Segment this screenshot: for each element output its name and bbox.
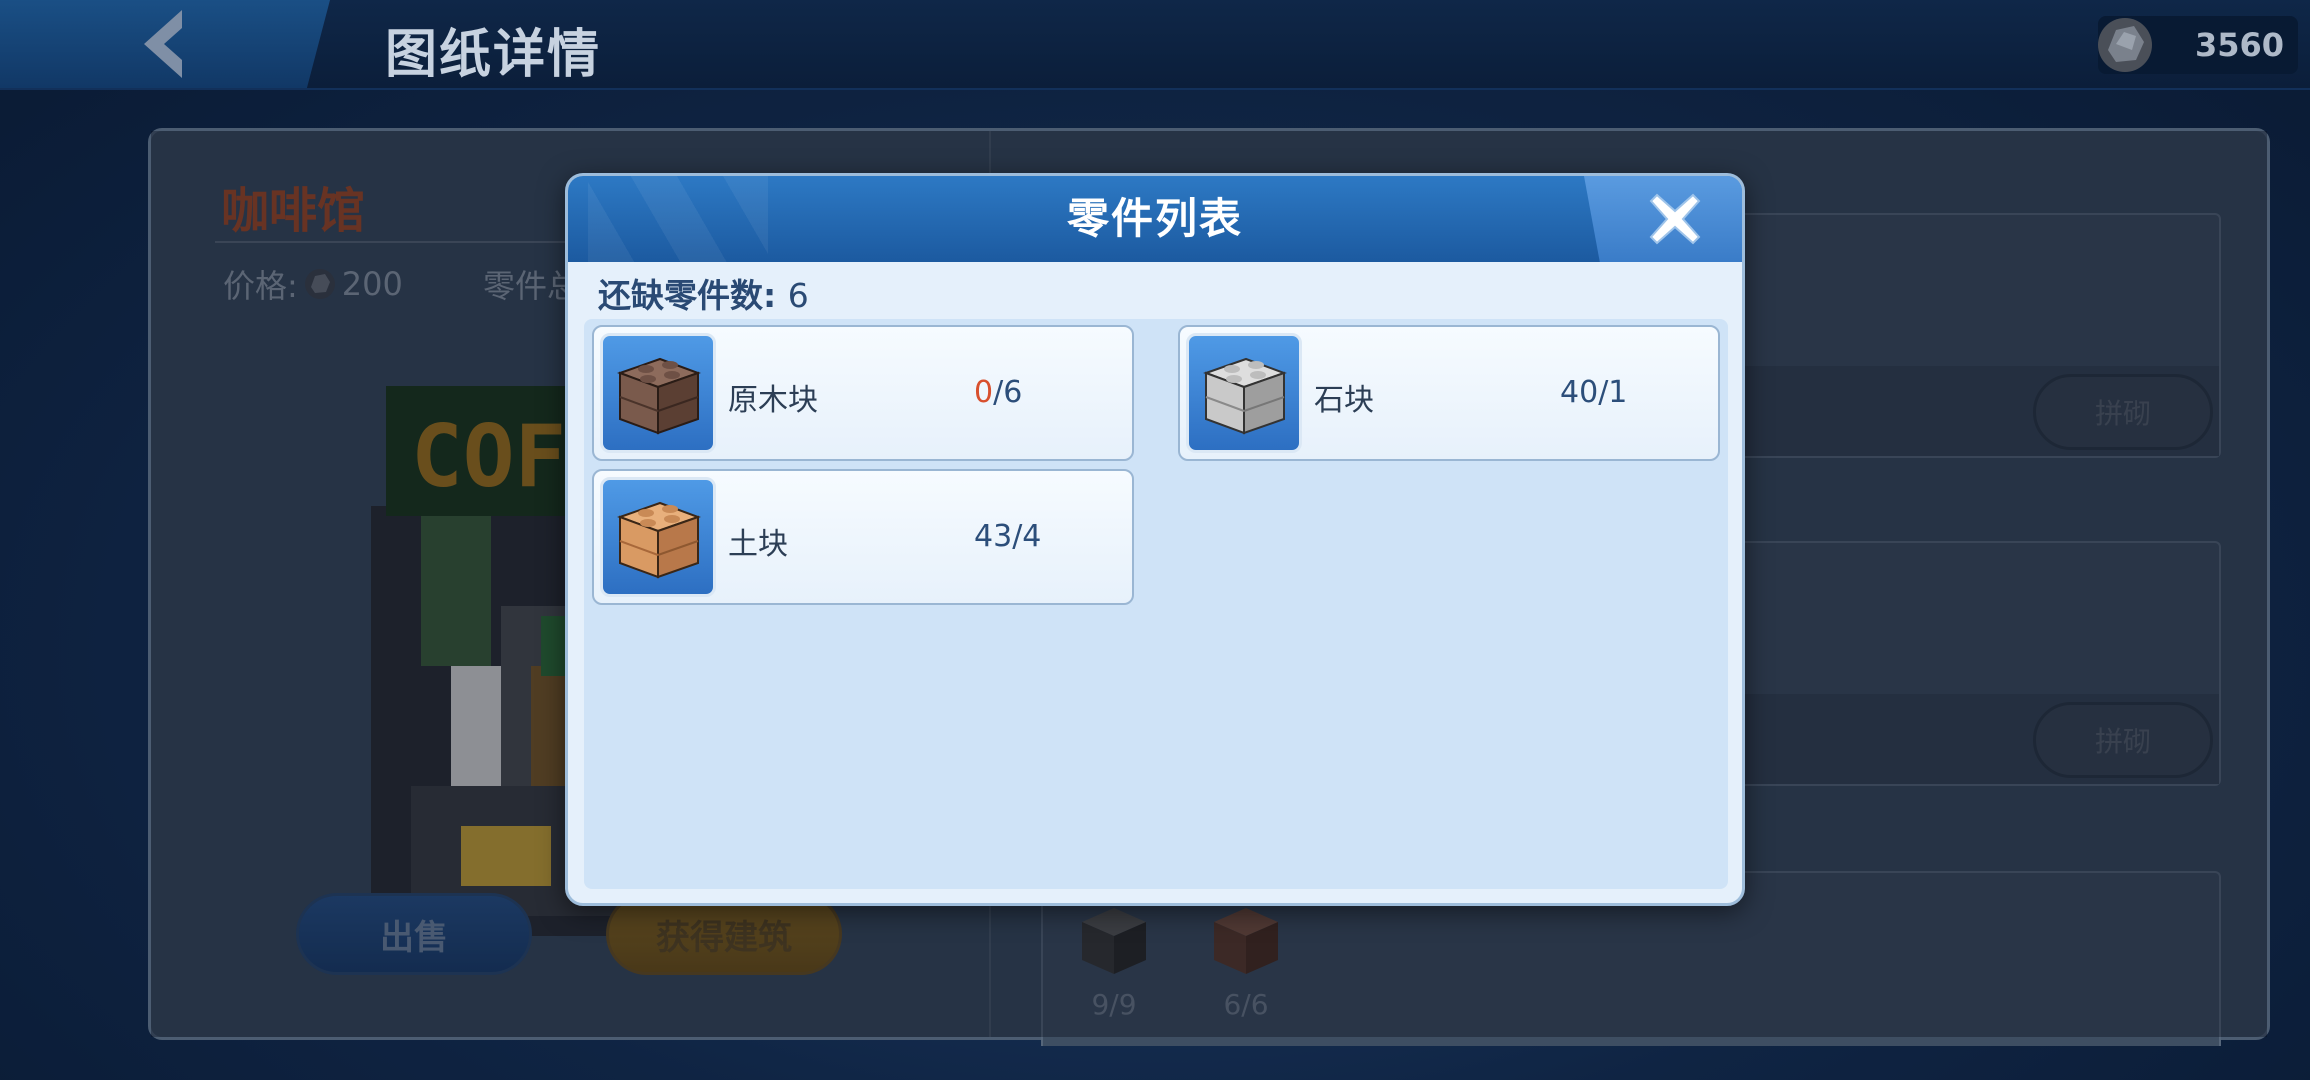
currency-display: 3560 bbox=[2098, 16, 2298, 74]
stone-block-icon bbox=[1203, 357, 1287, 435]
close-icon bbox=[1649, 193, 1701, 245]
back-button[interactable] bbox=[0, 0, 330, 88]
dirt-block-icon bbox=[617, 501, 701, 579]
part-item[interactable]: 原木块 0/6 bbox=[592, 325, 1134, 461]
part-need: 1 bbox=[1608, 375, 1628, 410]
part-need: 4 bbox=[1022, 519, 1042, 554]
part-name: 原木块 bbox=[728, 383, 818, 418]
dialog-title: 零件列表 bbox=[1066, 194, 1243, 243]
wood-block-icon bbox=[617, 357, 701, 435]
dialog-header: 零件列表 bbox=[568, 176, 1742, 262]
part-have: 40 bbox=[1560, 375, 1599, 410]
parts-list-dialog: 零件列表 还缺零件数: 6 原木块 0/6 石块 40/1 土块 43/4 bbox=[565, 173, 1745, 906]
missing-parts-count: 6 bbox=[787, 276, 809, 315]
part-have: 43 bbox=[974, 519, 1013, 554]
missing-parts-row: 还缺零件数: 6 bbox=[598, 269, 809, 317]
part-name: 土块 bbox=[728, 527, 788, 562]
close-button[interactable] bbox=[1584, 176, 1742, 262]
currency-amount: 3560 bbox=[2194, 26, 2284, 64]
part-thumbnail bbox=[1186, 333, 1302, 453]
part-count: 0/6 bbox=[974, 375, 1023, 410]
part-item[interactable]: 石块 40/1 bbox=[1178, 325, 1720, 461]
missing-parts-label: 还缺零件数: bbox=[598, 276, 777, 315]
chevron-left-icon bbox=[144, 10, 182, 78]
part-have: 0 bbox=[974, 375, 994, 410]
part-item[interactable]: 土块 43/4 bbox=[592, 469, 1134, 605]
parts-list: 原木块 0/6 石块 40/1 土块 43/4 bbox=[584, 319, 1728, 889]
coin-icon bbox=[2098, 18, 2152, 72]
part-thumbnail bbox=[600, 333, 716, 453]
part-thumbnail bbox=[600, 477, 716, 597]
part-count: 43/4 bbox=[974, 519, 1042, 554]
part-name: 石块 bbox=[1314, 383, 1374, 418]
page-title: 图纸详情 bbox=[385, 25, 602, 85]
part-need: 6 bbox=[1003, 375, 1023, 410]
part-count: 40/1 bbox=[1560, 375, 1628, 410]
top-bar: 图纸详情 3560 bbox=[0, 0, 2310, 90]
